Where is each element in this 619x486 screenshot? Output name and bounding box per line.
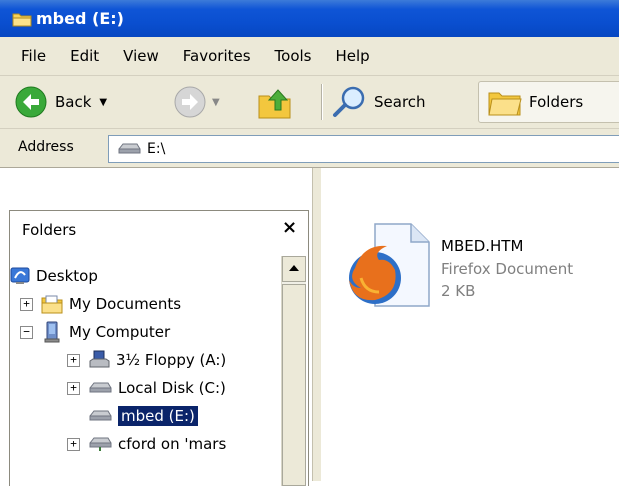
tree-item-network-drive[interactable]: + cford on 'mars: [67, 430, 226, 458]
forward-button[interactable]: ▼: [174, 84, 220, 120]
desktop-icon: [10, 267, 30, 284]
expand-icon[interactable]: +: [67, 381, 80, 395]
address-value[interactable]: E:\: [147, 141, 165, 157]
tree-item-label: cford on 'mars: [118, 435, 227, 453]
tree-item-label: My Computer: [69, 323, 171, 341]
tree-item-local-disk[interactable]: + Local Disk (C:): [67, 374, 226, 402]
network-drive-icon: [89, 437, 112, 451]
address-label: Address: [18, 139, 74, 155]
toolbar-separator: [321, 84, 322, 120]
tree-item-label: 3½ Floppy (A:): [116, 351, 227, 369]
folders-button[interactable]: Folders: [478, 81, 619, 123]
file-name[interactable]: MBED.HTM: [441, 237, 523, 255]
window-title: mbed (E:): [36, 9, 124, 28]
tree-item-label: Desktop: [36, 267, 98, 285]
forward-arrow-icon: [174, 86, 206, 118]
disk-drive-icon: [118, 143, 141, 154]
tree-item-label: mbed (E:): [118, 406, 198, 426]
title-bar[interactable]: mbed (E:): [0, 0, 619, 37]
menu-favorites[interactable]: Favorites: [171, 47, 263, 65]
pane-splitter[interactable]: [312, 168, 321, 481]
search-button[interactable]: Search: [332, 84, 426, 120]
expand-icon[interactable]: +: [67, 353, 80, 367]
back-arrow-icon: [15, 86, 47, 118]
folders-label: Folders: [529, 93, 584, 111]
file-type: Firefox Document: [441, 260, 574, 278]
file-list-area: [322, 168, 619, 481]
tree-item-my-computer[interactable]: − My Computer: [20, 318, 170, 346]
tree-item-my-documents[interactable]: + My Documents: [20, 290, 181, 318]
menu-help[interactable]: Help: [324, 47, 382, 65]
up-folder-icon: [258, 89, 291, 119]
up-folder-button[interactable]: [256, 82, 296, 122]
tree-item-mbed[interactable]: mbed (E:): [88, 402, 198, 430]
scroll-thumb[interactable]: [282, 284, 306, 486]
address-field[interactable]: E:\: [108, 135, 619, 163]
tree-item-floppy[interactable]: + 3½ Floppy (A:): [67, 346, 226, 374]
expand-icon[interactable]: +: [20, 297, 33, 311]
floppy-drive-icon: [89, 350, 110, 368]
expand-icon[interactable]: +: [67, 437, 80, 451]
menu-tools[interactable]: Tools: [263, 47, 324, 65]
back-dropdown-icon[interactable]: ▼: [99, 97, 107, 108]
my-documents-icon: [41, 295, 63, 314]
address-bar: Address E:\: [0, 129, 619, 168]
folder-tree-scrollbar[interactable]: [281, 256, 306, 486]
tree-item-label: Local Disk (C:): [118, 379, 226, 397]
firefox-document-icon: [349, 223, 430, 307]
disk-drive-icon: [89, 410, 112, 421]
scroll-up-button[interactable]: [282, 256, 306, 282]
close-icon[interactable]: ×: [282, 217, 297, 238]
menu-edit[interactable]: Edit: [58, 47, 111, 65]
folders-pane-header: Folders ×: [10, 211, 306, 252]
forward-dropdown-icon[interactable]: ▼: [212, 97, 220, 108]
magnifier-icon: [333, 86, 365, 117]
file-size: 2 KB: [441, 282, 476, 300]
back-button[interactable]: Back ▼: [15, 84, 107, 120]
tree-item-label: My Documents: [69, 295, 182, 313]
menu-bar: File Edit View Favorites Tools Help: [0, 37, 619, 76]
my-computer-icon: [44, 321, 60, 343]
disk-drive-icon: [89, 382, 112, 393]
tree-item-desktop[interactable]: Desktop: [10, 262, 98, 290]
back-label: Back: [55, 93, 92, 111]
menu-file[interactable]: File: [0, 47, 58, 65]
folders-pane-title: Folders: [22, 221, 77, 239]
search-label: Search: [374, 93, 426, 111]
collapse-icon[interactable]: −: [20, 325, 33, 339]
folder-tree: Desktop + My Documents − My Computer + 3…: [10, 255, 280, 485]
menu-view[interactable]: View: [111, 47, 171, 65]
toolbar: Back ▼ ▼ Search Folders: [0, 76, 619, 129]
folders-icon: [488, 92, 522, 116]
folder-icon: [12, 13, 32, 26]
file-item-mbed-htm[interactable]: [345, 220, 433, 314]
